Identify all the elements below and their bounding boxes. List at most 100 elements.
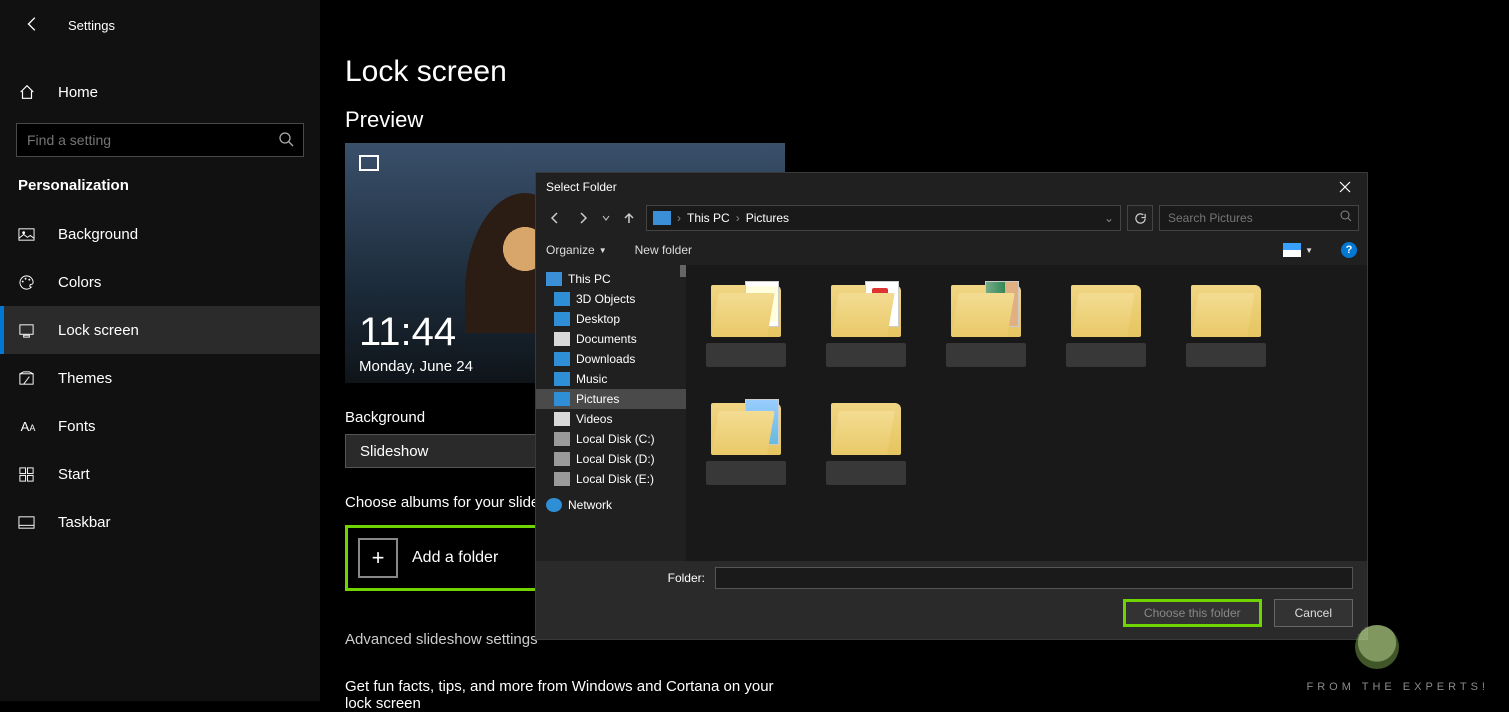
chevron-right-icon: › [677, 211, 681, 225]
settings-sidebar: Settings Home Personalization Background… [0, 0, 320, 701]
folder-label [826, 343, 906, 367]
tree-item-network[interactable]: Network [536, 495, 686, 515]
help-icon[interactable]: ? [1341, 242, 1357, 258]
sidebar-item-themes[interactable]: Themes [0, 354, 320, 402]
sidebar-item-lockscreen[interactable]: Lock screen [0, 306, 320, 354]
home-icon [18, 83, 38, 101]
home-label: Home [58, 84, 98, 101]
close-button[interactable] [1333, 179, 1357, 195]
home-nav[interactable]: Home [0, 73, 320, 111]
sidebar-item-start[interactable]: Start [0, 450, 320, 498]
folder-item[interactable] [706, 279, 786, 367]
organize-menu[interactable]: Organize ▼ [546, 243, 607, 257]
view-menu[interactable]: ▼ [1283, 243, 1313, 257]
pc-icon [546, 272, 562, 286]
fun-facts-label: Get fun facts, tips, and more from Windo… [345, 678, 775, 712]
lock-icon [18, 322, 38, 339]
sidebar-item-label: Lock screen [58, 322, 139, 339]
watermark-text: FROM THE EXPERTS! [1306, 681, 1489, 693]
folder-tree[interactable]: This PC 3D Objects Desktop Documents Dow… [536, 265, 686, 561]
chevron-down-icon[interactable]: ⌄ [1104, 211, 1114, 225]
folder-label [1186, 343, 1266, 367]
sidebar-item-colors[interactable]: Colors [0, 258, 320, 306]
folder-item[interactable] [706, 397, 786, 485]
tree-item-diske[interactable]: Local Disk (E:) [536, 469, 686, 489]
sidebar-item-label: Start [58, 466, 90, 483]
settings-search[interactable] [16, 123, 304, 157]
documents-icon [554, 332, 570, 346]
nav-up-button[interactable] [618, 207, 640, 229]
folder-item[interactable] [1066, 279, 1146, 367]
dropdown-value: Slideshow [360, 443, 428, 460]
folder-grid[interactable] [686, 265, 1367, 561]
disk-icon [554, 452, 570, 466]
add-folder-button[interactable]: + Add a folder [345, 525, 561, 591]
back-button[interactable] [24, 15, 44, 35]
sidebar-item-label: Fonts [58, 418, 96, 435]
tree-item-music[interactable]: Music [536, 369, 686, 389]
dialog-search[interactable] [1159, 205, 1359, 231]
folder-field-label: Folder: [550, 571, 705, 585]
select-folder-dialog: Select Folder › This PC › Pictures ⌄ Org… [535, 172, 1368, 640]
choose-folder-button[interactable]: Choose this folder [1123, 599, 1262, 627]
pc-icon [653, 211, 671, 225]
dialog-titlebar[interactable]: Select Folder [536, 173, 1367, 201]
sidebar-item-label: Background [58, 226, 138, 243]
videos-icon [554, 412, 570, 426]
folder-label [946, 343, 1026, 367]
folder-item[interactable] [946, 279, 1026, 367]
sidebar-item-label: Themes [58, 370, 112, 387]
folder-field-input[interactable] [715, 567, 1353, 589]
chevron-down-icon: ▼ [599, 246, 607, 255]
tree-item-desktop[interactable]: Desktop [536, 309, 686, 329]
tree-item-pictures[interactable]: Pictures [536, 389, 686, 409]
dialog-title: Select Folder [546, 180, 617, 194]
folder-label [826, 461, 906, 485]
new-folder-button[interactable]: New folder [635, 243, 692, 257]
view-icon [1283, 243, 1301, 257]
nav-back-button[interactable] [544, 207, 566, 229]
downloads-icon [554, 352, 570, 366]
refresh-button[interactable] [1127, 205, 1153, 231]
taskbar-icon [18, 514, 38, 531]
cube-icon [554, 292, 570, 306]
preview-time: 11:44 [359, 310, 456, 355]
folder-item[interactable] [826, 397, 906, 485]
dialog-search-input[interactable] [1160, 206, 1358, 230]
folder-item[interactable] [1186, 279, 1266, 367]
breadcrumb-item[interactable]: Pictures [746, 211, 789, 225]
breadcrumb-bar[interactable]: › This PC › Pictures ⌄ [646, 205, 1121, 231]
nav-forward-button[interactable] [572, 207, 594, 229]
desktop-icon [554, 312, 570, 326]
tree-item-downloads[interactable]: Downloads [536, 349, 686, 369]
sidebar-item-fonts[interactable]: AA Fonts [0, 402, 320, 450]
sidebar-item-taskbar[interactable]: Taskbar [0, 498, 320, 546]
tree-item-3dobjects[interactable]: 3D Objects [536, 289, 686, 309]
cancel-button[interactable]: Cancel [1274, 599, 1353, 627]
preview-heading: Preview [345, 107, 1509, 133]
tree-item-diskc[interactable]: Local Disk (C:) [536, 429, 686, 449]
search-input[interactable] [16, 123, 304, 157]
tree-item-diskd[interactable]: Local Disk (D:) [536, 449, 686, 469]
add-folder-label: Add a folder [412, 549, 498, 567]
tree-item-videos[interactable]: Videos [536, 409, 686, 429]
folder-label [1066, 343, 1146, 367]
tree-item-thispc[interactable]: This PC [536, 269, 686, 289]
slideshow-icon [359, 155, 379, 171]
breadcrumb-item[interactable]: This PC [687, 211, 730, 225]
section-header: Personalization [0, 177, 320, 210]
sidebar-item-background[interactable]: Background [0, 210, 320, 258]
fonts-icon: AA [18, 418, 38, 435]
search-icon [1340, 210, 1352, 222]
themes-icon [18, 370, 38, 387]
tree-item-documents[interactable]: Documents [536, 329, 686, 349]
folder-item[interactable] [826, 279, 906, 367]
nav-recent-button[interactable] [600, 207, 612, 229]
start-icon [18, 466, 38, 483]
chevron-right-icon: › [736, 211, 740, 225]
sidebar-item-label: Colors [58, 274, 101, 291]
pictures-icon [554, 392, 570, 406]
network-icon [546, 498, 562, 512]
watermark-mascot [1355, 625, 1399, 669]
app-title: Settings [68, 18, 115, 33]
